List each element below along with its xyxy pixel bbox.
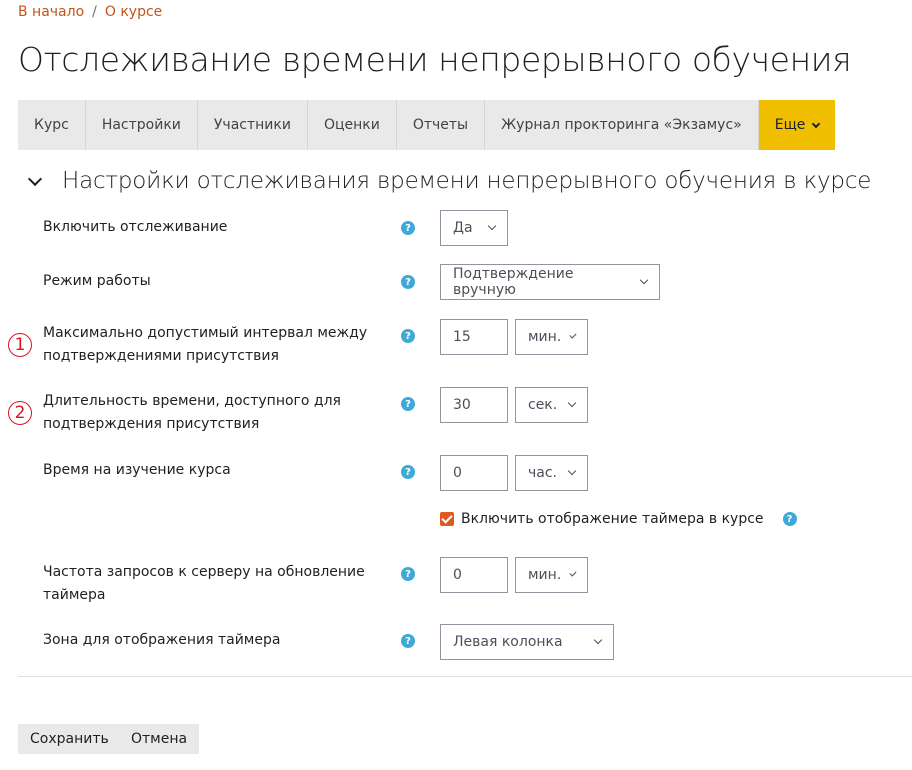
- select-value: Левая колонка: [453, 634, 563, 650]
- max-interval-unit-select[interactable]: мин.: [515, 319, 588, 355]
- chevron-down-icon: [567, 466, 577, 476]
- chevron-down-icon: [812, 119, 821, 128]
- select-value: Да: [453, 220, 473, 236]
- duration-unit-select[interactable]: сек.: [515, 387, 588, 423]
- help-icon[interactable]: ?: [401, 275, 415, 289]
- chevron-down-icon[interactable]: [27, 171, 43, 187]
- study-time-unit-select[interactable]: час.: [515, 455, 588, 491]
- breadcrumb: В начало / О курсе: [18, 4, 162, 20]
- help-icon[interactable]: ?: [401, 329, 415, 343]
- page-title: Отслеживание времени непрерывного обучен…: [18, 40, 852, 79]
- breadcrumb-separator: /: [92, 4, 97, 20]
- select-value: Подтверждение вручную: [453, 266, 574, 298]
- chevron-down-icon: [593, 635, 603, 645]
- select-value: мин.: [528, 329, 562, 345]
- tab-course[interactable]: Курс: [18, 100, 86, 150]
- tab-settings[interactable]: Настройки: [85, 100, 198, 150]
- help-icon[interactable]: ?: [401, 567, 415, 581]
- section-title: Настройки отслеживания времени непрерывн…: [62, 168, 872, 194]
- tab-participants[interactable]: Участники: [197, 100, 308, 150]
- chevron-down-icon: [569, 331, 577, 339]
- breadcrumb-home-link[interactable]: В начало: [18, 4, 84, 20]
- chevron-down-icon: [567, 398, 577, 408]
- save-button[interactable]: Сохранить: [18, 724, 121, 754]
- tab-more[interactable]: Еще: [758, 100, 836, 150]
- request-frequency-unit-select[interactable]: мин.: [515, 557, 588, 593]
- show-timer-checkbox[interactable]: [440, 512, 454, 526]
- help-icon[interactable]: ?: [401, 465, 415, 479]
- chevron-down-icon: [487, 221, 497, 231]
- course-nav-tabs: Курс Настройки Участники Оценки Отчеты Ж…: [18, 100, 836, 150]
- field-label: Максимально допустимый интервал между по…: [43, 325, 368, 364]
- select-value: час.: [528, 465, 557, 481]
- help-icon[interactable]: ?: [401, 634, 415, 648]
- section-header[interactable]: Настройки отслеживания времени непрерывн…: [26, 168, 871, 194]
- field-label: Время на изучение курса: [43, 462, 231, 478]
- cancel-button[interactable]: Отмена: [119, 724, 200, 754]
- study-time-input[interactable]: 0: [440, 455, 508, 491]
- field-label: Частота запросов к серверу на обновление…: [43, 564, 365, 603]
- breadcrumb-current-link[interactable]: О курсе: [105, 4, 162, 20]
- annotation-marker-2: 2: [8, 401, 32, 425]
- field-label: Зона для отображения таймера: [43, 632, 281, 648]
- mode-select[interactable]: Подтверждение вручную: [440, 264, 660, 300]
- help-icon[interactable]: ?: [782, 512, 797, 526]
- show-timer-label[interactable]: Включить отображение таймера в курсе: [461, 511, 764, 527]
- annotation-marker-1: 1: [8, 333, 32, 357]
- tab-more-label: Еще: [774, 117, 806, 133]
- field-label: Включить отслеживание: [43, 219, 228, 235]
- tab-grades[interactable]: Оценки: [307, 100, 397, 150]
- max-interval-input[interactable]: 15: [440, 319, 508, 355]
- field-label: Длительность времени, доступного для под…: [43, 393, 341, 432]
- form-divider: [18, 676, 912, 677]
- help-icon[interactable]: ?: [401, 221, 415, 235]
- enable-select[interactable]: Да: [440, 210, 508, 246]
- request-frequency-input[interactable]: 0: [440, 557, 508, 593]
- chevron-down-icon: [639, 275, 649, 285]
- field-label: Режим работы: [43, 273, 151, 289]
- tab-reports[interactable]: Отчеты: [396, 100, 486, 150]
- duration-input[interactable]: 30: [440, 387, 508, 423]
- select-value: мин.: [528, 567, 562, 583]
- tab-proctoring-log[interactable]: Журнал прокторинга «Экзамус»: [485, 100, 759, 150]
- timer-zone-select[interactable]: Левая колонка: [440, 624, 614, 660]
- select-value: сек.: [528, 397, 558, 413]
- show-timer-checkbox-row: Включить отображение таймера в курсе ?: [440, 511, 797, 527]
- chevron-down-icon: [569, 569, 577, 577]
- help-icon[interactable]: ?: [401, 397, 415, 411]
